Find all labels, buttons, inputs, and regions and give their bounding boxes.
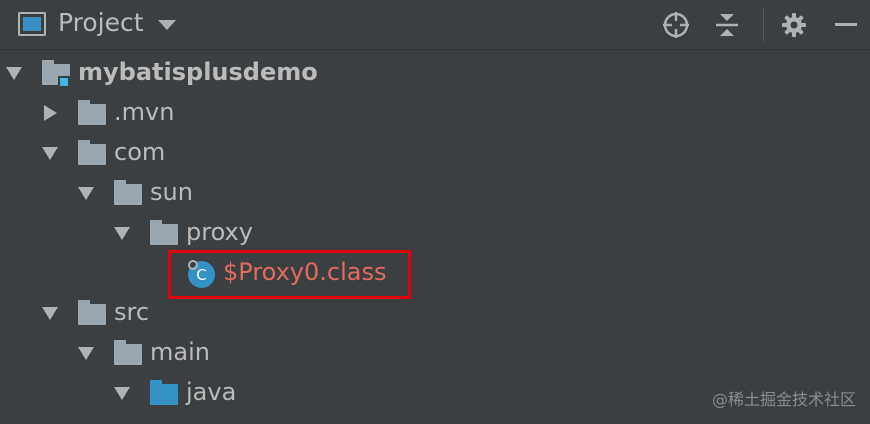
collapsed-arrow-icon[interactable]: [44, 105, 57, 121]
source-folder-icon: [150, 380, 178, 405]
expand-arrow-icon[interactable]: [6, 67, 22, 80]
expand-arrow-icon[interactable]: [78, 347, 94, 360]
expand-arrow-icon[interactable]: [78, 187, 94, 200]
module-folder-icon: [42, 60, 70, 88]
tree-node-folder[interactable]: main: [0, 334, 870, 374]
collapse-all-icon[interactable]: [711, 8, 743, 42]
tree-node-folder[interactable]: com: [0, 134, 870, 174]
triangle-down-icon[interactable]: [158, 20, 176, 30]
tree-node-label: com: [114, 138, 166, 166]
expand-arrow-icon[interactable]: [42, 147, 58, 160]
tree-node-folder[interactable]: sun: [0, 174, 870, 214]
gear-icon[interactable]: [778, 8, 810, 42]
folder-icon: [114, 180, 142, 205]
tree-node-class-file[interactable]: C $Proxy0.class: [0, 254, 870, 294]
folder-icon: [78, 100, 106, 125]
project-view-icon[interactable]: [18, 12, 46, 36]
project-toolbar: Project: [0, 0, 870, 50]
tree-node-folder[interactable]: src: [0, 294, 870, 334]
project-title[interactable]: Project: [58, 8, 144, 37]
minimize-icon[interactable]: [830, 8, 862, 42]
tree-node-folder[interactable]: proxy: [0, 214, 870, 254]
expand-arrow-icon[interactable]: [114, 227, 130, 240]
tree-node-label: sun: [150, 178, 193, 206]
tree-node-label: java: [186, 378, 237, 406]
watermark: @稀土掘金技术社区: [711, 390, 856, 409]
tree-node-label: proxy: [186, 218, 253, 246]
expand-arrow-icon[interactable]: [114, 387, 130, 400]
tree-node-label: main: [150, 338, 210, 366]
locate-crosshair-icon[interactable]: [660, 8, 692, 42]
toolbar-separator: [763, 8, 764, 42]
tree-node-label: .mvn: [114, 98, 175, 126]
folder-icon: [150, 220, 178, 245]
highlight-annotation-box: [168, 250, 411, 299]
tree-node-folder[interactable]: .mvn: [0, 94, 870, 134]
tree-node-label: mybatisplusdemo: [78, 58, 318, 86]
folder-icon: [114, 340, 142, 365]
folder-icon: [78, 140, 106, 165]
tree-node-label: src: [114, 298, 150, 326]
expand-arrow-icon[interactable]: [42, 307, 58, 320]
tree-node-module[interactable]: mybatisplusdemo: [0, 54, 870, 94]
folder-icon: [78, 300, 106, 325]
